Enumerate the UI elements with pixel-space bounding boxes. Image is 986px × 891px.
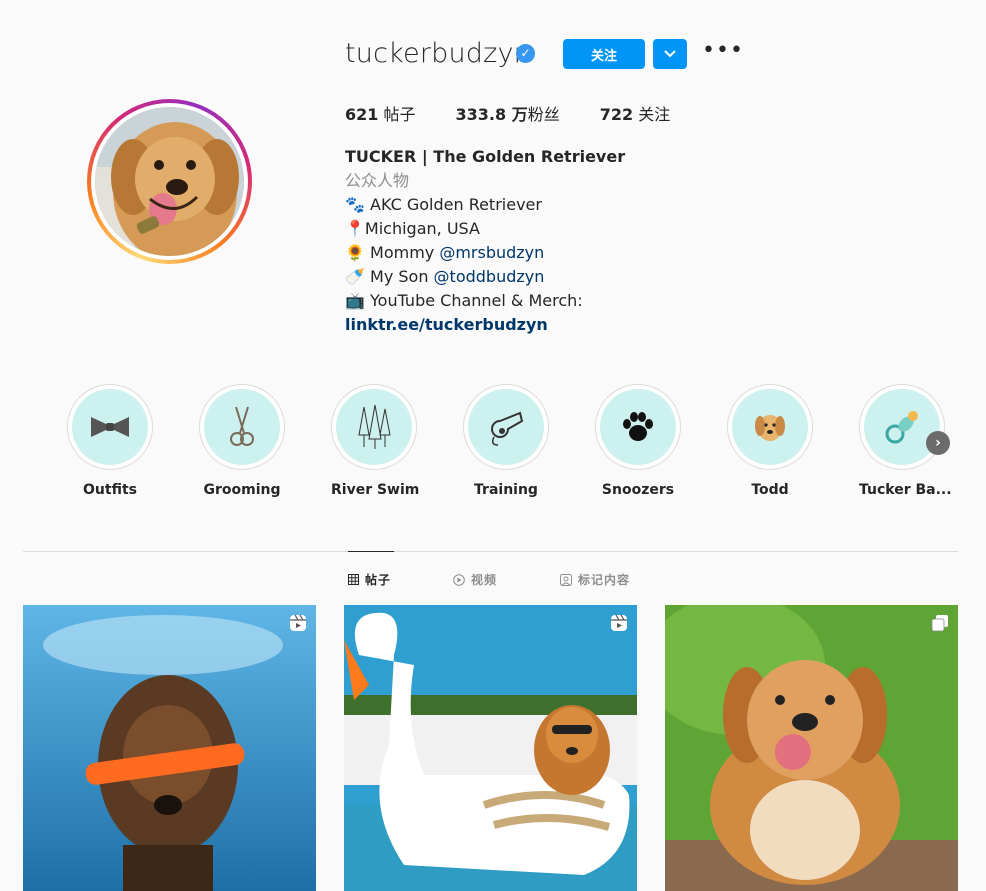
highlight-outfits[interactable]: Outfits: [67, 384, 153, 498]
avatar-photo: [95, 107, 244, 256]
highlight-river-swim[interactable]: River Swim: [331, 384, 420, 498]
tab-tagged[interactable]: 标记内容: [560, 571, 630, 588]
highlight-label: Grooming: [203, 482, 281, 498]
highlight-label: Outfits: [83, 482, 137, 498]
highlight-todd[interactable]: Todd: [727, 384, 813, 498]
bio-line: 🍼 My Son @toddbudzyn: [345, 267, 545, 286]
active-tab-indicator: [348, 551, 394, 552]
post-image: [344, 605, 637, 891]
puppy-icon: [755, 415, 785, 441]
tab-videos[interactable]: 视频: [453, 571, 497, 588]
tag-icon: [560, 573, 572, 586]
suggested-accounts-dropdown-button[interactable]: [653, 39, 687, 69]
profile-avatar[interactable]: [87, 99, 252, 264]
whistle-icon: [491, 411, 524, 446]
mention-link[interactable]: @mrsbudzyn: [439, 243, 544, 262]
bio-line: 📍Michigan, USA: [345, 219, 480, 238]
post-thumbnail[interactable]: [344, 605, 637, 891]
bio-external-link[interactable]: linktr.ee/tuckerbudzyn: [345, 313, 625, 337]
pine-trees-icon: [358, 404, 391, 449]
highlight-label: Tucker Ba...: [859, 482, 952, 498]
pacifier-icon: [885, 411, 918, 444]
carousel-icon: [931, 614, 949, 636]
highlight-training[interactable]: Training: [463, 384, 549, 498]
profile-stats: 621 帖子 333.8 万粉丝 722 关注: [345, 101, 670, 125]
highlight-label: Training: [474, 482, 538, 498]
tabs-divider: [23, 551, 958, 552]
bio-line: 🐾 AKC Golden Retriever: [345, 195, 542, 214]
verified-badge-icon: ✓: [516, 44, 535, 63]
mention-link[interactable]: @toddbudzyn: [434, 267, 545, 286]
grid-icon: [348, 574, 359, 585]
reels-icon: [289, 614, 307, 636]
more-options-icon[interactable]: •••: [702, 40, 743, 68]
highlights-next-chevron-icon[interactable]: ›: [926, 431, 950, 455]
scissors-icon: [230, 406, 254, 446]
post-thumbnail[interactable]: [665, 605, 958, 891]
profile-bio: TUCKER | The Golden Retriever 公众人物 🐾 AKC…: [345, 145, 625, 337]
post-image: [665, 605, 958, 891]
highlight-label: Todd: [751, 482, 789, 498]
following-count[interactable]: 722 关注: [600, 101, 671, 125]
highlight-snoozers[interactable]: Snoozers: [595, 384, 681, 498]
paw-icon: [623, 412, 653, 441]
reels-icon: [610, 614, 628, 636]
followers-count[interactable]: 333.8 万粉丝: [456, 101, 560, 125]
bio-line: 📺 YouTube Channel & Merch:: [345, 291, 583, 310]
profile-username: tuckerbudzyn: [345, 38, 531, 69]
post-image: [23, 605, 316, 891]
bow-tie-icon: [91, 417, 129, 437]
account-category: 公众人物: [345, 171, 410, 190]
posts-count[interactable]: 621 帖子: [345, 101, 416, 125]
highlight-grooming[interactable]: Grooming: [199, 384, 285, 498]
chevron-down-icon: [664, 50, 676, 58]
highlight-label: Snoozers: [601, 482, 675, 498]
bio-line: 🌻 Mommy @mrsbudzyn: [345, 243, 545, 262]
follow-button[interactable]: 关注: [563, 39, 645, 69]
play-icon: [453, 573, 465, 586]
tab-posts[interactable]: 帖子: [348, 571, 391, 588]
display-name: TUCKER | The Golden Retriever: [345, 147, 626, 166]
post-thumbnail[interactable]: [23, 605, 316, 891]
highlight-label: River Swim: [331, 482, 420, 498]
